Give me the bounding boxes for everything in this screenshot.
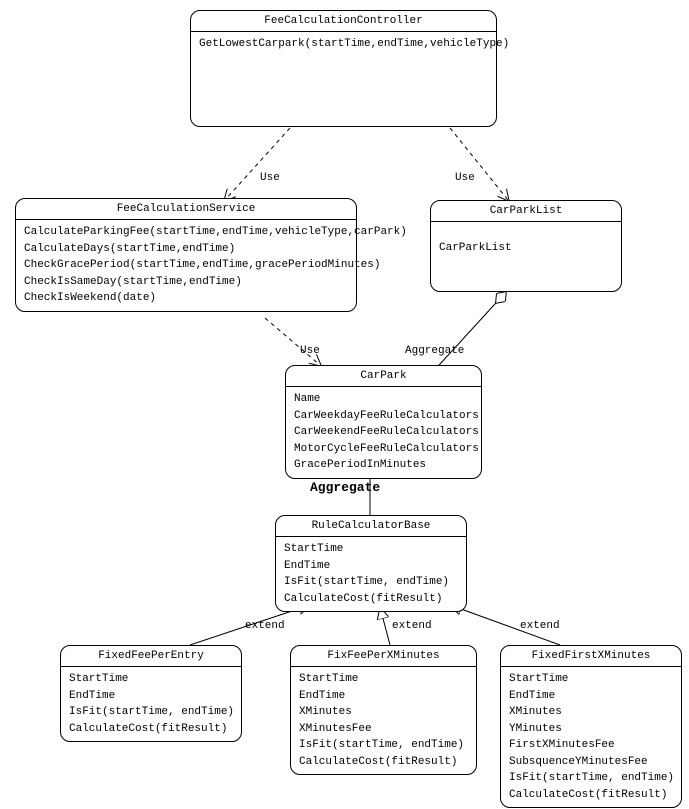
class-member: CheckIsWeekend(date) (24, 290, 348, 307)
class-member: XMinutesFee (299, 721, 468, 738)
class-member: CarWeekdayFeeRuleCalculators (294, 408, 473, 425)
class-member: CalculateParkingFee(startTime,endTime,ve… (24, 224, 348, 241)
class-fixedfeeperentry: FixedFeePerEntry StartTime EndTime IsFit… (60, 645, 242, 742)
class-fixfeeperxminutes: FixFeePerXMinutes StartTime EndTime XMin… (290, 645, 477, 775)
class-member: GracePeriodInMinutes (294, 457, 473, 474)
class-member: CarParkList (439, 240, 613, 257)
class-member: CalculateCost(fitResult) (284, 591, 458, 608)
class-member: CalculateCost(fitResult) (299, 754, 468, 771)
class-member: StartTime (509, 671, 673, 688)
class-member: YMinutes (509, 721, 673, 738)
class-rulecalculatorbase: RuleCalculatorBase StartTime EndTime IsF… (275, 515, 467, 612)
class-member: StartTime (299, 671, 468, 688)
class-member: Name (294, 391, 473, 408)
relation-label-use: Use (260, 172, 280, 184)
relation-label-extend: extend (245, 620, 285, 632)
class-member: CheckIsSameDay(startTime,endTime) (24, 274, 348, 291)
class-feecalculationservice: FeeCalculationService CalculateParkingFe… (15, 198, 357, 312)
class-carpark: CarPark Name CarWeekdayFeeRuleCalculator… (285, 365, 482, 479)
class-title: FeeCalculationService (16, 199, 356, 220)
class-member: EndTime (509, 688, 673, 705)
class-member: MotorCycleFeeRuleCalculators (294, 441, 473, 458)
class-member: IsFit(startTime, endTime) (509, 770, 673, 787)
class-member: EndTime (284, 558, 458, 575)
relation-label-use: Use (455, 172, 475, 184)
class-member: CalculateCost(fitResult) (69, 721, 233, 738)
class-title: FeeCalculationController (191, 11, 496, 32)
class-title: CarPark (286, 366, 481, 387)
class-member: CalculateCost(fitResult) (509, 787, 673, 804)
class-member: XMinutes (299, 704, 468, 721)
class-member: CheckGracePeriod(startTime,endTime,grace… (24, 257, 348, 274)
class-member: StartTime (69, 671, 233, 688)
relation-label-aggregate: Aggregate (405, 345, 464, 357)
class-feecalculationcontroller: FeeCalculationController GetLowestCarpar… (190, 10, 497, 127)
class-fixedfirstxminutes: FixedFirstXMinutes StartTime EndTime XMi… (500, 645, 682, 808)
class-title: FixedFirstXMinutes (501, 646, 681, 667)
class-carparklist: CarParkList CarParkList (430, 200, 622, 292)
relation-label-use: Use (300, 345, 320, 357)
class-member: StartTime (284, 541, 458, 558)
uml-class-diagram: FeeCalculationController GetLowestCarpar… (0, 0, 689, 794)
class-member: EndTime (69, 688, 233, 705)
class-member: FirstXMinutesFee (509, 737, 673, 754)
class-title: RuleCalculatorBase (276, 516, 466, 537)
class-title: FixFeePerXMinutes (291, 646, 476, 667)
class-title: CarParkList (431, 201, 621, 222)
class-member: CarWeekendFeeRuleCalculators (294, 424, 473, 441)
relation-label-extend: extend (392, 620, 432, 632)
class-member: IsFit(startTime, endTime) (284, 574, 458, 591)
class-member: SubsquenceYMinutesFee (509, 754, 673, 771)
relation-label-extend: extend (520, 620, 560, 632)
class-member: GetLowestCarpark(startTime,endTime,vehic… (199, 36, 488, 53)
class-member: IsFit(startTime, endTime) (299, 737, 468, 754)
class-member: CalculateDays(startTime,endTime) (24, 241, 348, 258)
class-title: FixedFeePerEntry (61, 646, 241, 667)
class-member: EndTime (299, 688, 468, 705)
class-member: IsFit(startTime, endTime) (69, 704, 233, 721)
class-member: XMinutes (509, 704, 673, 721)
relation-label-aggregate: Aggregate (310, 480, 380, 495)
